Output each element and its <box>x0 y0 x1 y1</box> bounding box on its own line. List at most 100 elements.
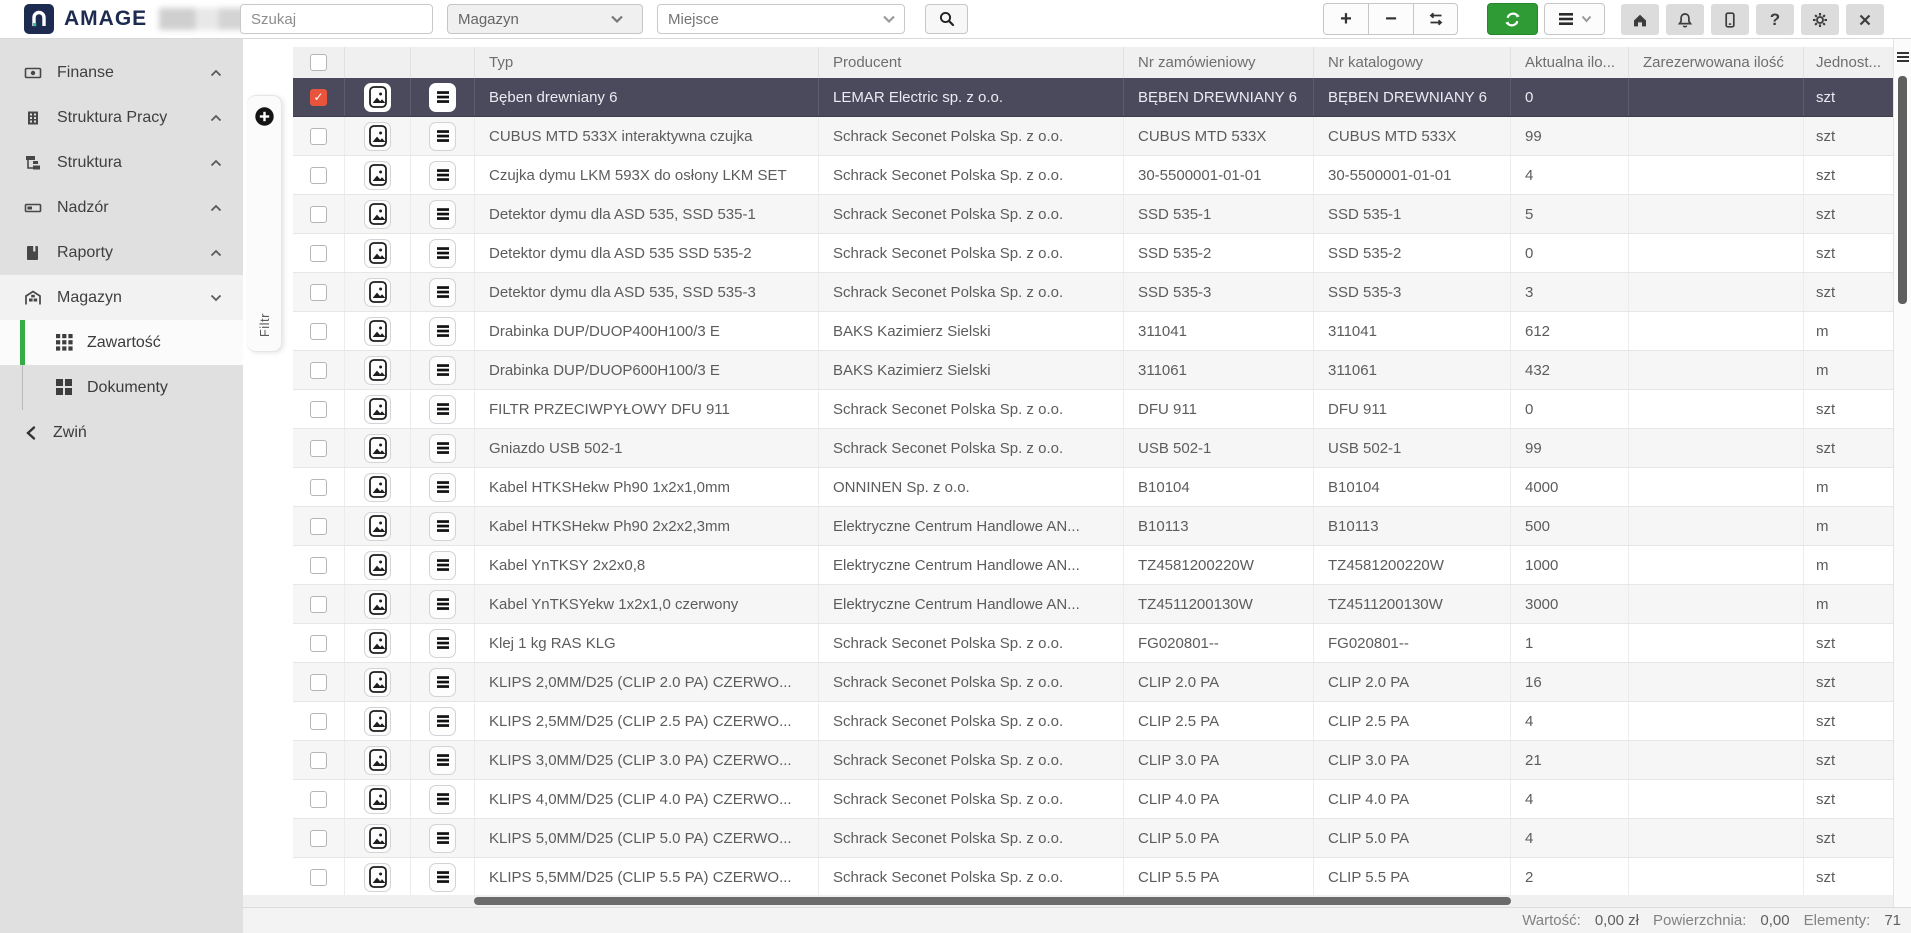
row-image-button[interactable] <box>364 824 391 853</box>
row-menu-button[interactable] <box>429 278 456 307</box>
row-image-button[interactable] <box>364 200 391 229</box>
row-checkbox[interactable] <box>310 89 327 106</box>
row-checkbox[interactable] <box>310 518 327 535</box>
row-checkbox[interactable] <box>310 713 327 730</box>
transfer-button[interactable] <box>1413 3 1458 35</box>
table-row[interactable]: Kabel YnTKSY 2x2x0,8 Elektryczne Centrum… <box>293 546 1893 585</box>
refresh-button[interactable] <box>1487 3 1538 35</box>
row-checkbox[interactable] <box>310 362 327 379</box>
magazyn-select[interactable]: Magazyn <box>447 4 643 34</box>
row-image-button[interactable] <box>364 317 391 346</box>
row-menu-button[interactable] <box>429 395 456 424</box>
column-header-typ[interactable]: Typ <box>475 47 819 78</box>
actions-menu-button[interactable] <box>1544 3 1605 35</box>
table-row[interactable]: Detektor dymu dla ASD 535, SSD 535-1 Sch… <box>293 195 1893 234</box>
row-checkbox[interactable] <box>310 401 327 418</box>
row-checkbox[interactable] <box>310 167 327 184</box>
sidebar-item-struktura[interactable]: Struktura <box>0 140 243 185</box>
table-row[interactable]: Kabel HTKSHekw Ph90 2x2x2,3mm Elektryczn… <box>293 507 1893 546</box>
row-menu-button[interactable] <box>429 863 456 892</box>
row-menu-button[interactable] <box>429 239 456 268</box>
row-image-button[interactable] <box>364 707 391 736</box>
table-row[interactable]: KLIPS 2,0MM/D25 (CLIP 2.0 PA) CZERWO... … <box>293 663 1893 702</box>
row-checkbox[interactable] <box>310 440 327 457</box>
notifications-button[interactable] <box>1666 4 1704 35</box>
sidebar-subitem-zawartosc[interactable]: Zawartość <box>0 320 243 365</box>
row-image-button[interactable] <box>364 278 391 307</box>
horizontal-scrollbar-thumb[interactable] <box>474 897 1511 905</box>
row-image-button[interactable] <box>364 746 391 775</box>
table-row[interactable]: Bęben drewniany 6 LEMAR Electric sp. z o… <box>293 78 1893 117</box>
row-checkbox[interactable] <box>310 752 327 769</box>
vertical-scrollbar-thumb[interactable] <box>1898 76 1907 304</box>
search-input[interactable] <box>240 4 433 34</box>
search-button[interactable] <box>925 4 968 34</box>
column-header-nr-zamowieniowy[interactable]: Nr zamówieniowy <box>1124 47 1314 78</box>
row-menu-button[interactable] <box>429 122 456 151</box>
sidebar-item-finanse[interactable]: Finanse <box>0 50 243 95</box>
column-header-nr-katalogowy[interactable]: Nr katalogowy <box>1314 47 1511 78</box>
table-row[interactable]: Kabel HTKSHekw Ph90 1x2x1,0mm ONNINEN Sp… <box>293 468 1893 507</box>
table-row[interactable]: Gniazdo USB 502-1 Schrack Seconet Polska… <box>293 429 1893 468</box>
column-header-zarezerwowana-ilosc[interactable]: Zarezerwowana ilość <box>1629 47 1804 78</box>
row-image-button[interactable] <box>364 668 391 697</box>
row-menu-button[interactable] <box>429 161 456 190</box>
column-header-producent[interactable]: Producent <box>819 47 1124 78</box>
table-row[interactable]: KLIPS 4,0MM/D25 (CLIP 4.0 PA) CZERWO... … <box>293 780 1893 819</box>
row-menu-button[interactable] <box>429 551 456 580</box>
row-checkbox[interactable] <box>310 596 327 613</box>
row-menu-button[interactable] <box>429 473 456 502</box>
row-image-button[interactable] <box>364 512 391 541</box>
row-menu-button[interactable] <box>429 707 456 736</box>
row-image-button[interactable] <box>364 629 391 658</box>
row-checkbox[interactable] <box>310 830 327 847</box>
row-image-button[interactable] <box>364 395 391 424</box>
row-image-button[interactable] <box>364 356 391 385</box>
home-button[interactable] <box>1621 4 1659 35</box>
remove-item-button[interactable]: − <box>1368 3 1413 35</box>
table-row[interactable]: FILTR PRZECIWPYŁOWY DFU 911 Schrack Seco… <box>293 390 1893 429</box>
row-image-button[interactable] <box>364 473 391 502</box>
sidebar-subitem-dokumenty[interactable]: Dokumenty <box>0 365 243 410</box>
sidebar-item-nadzor[interactable]: Nadzór <box>0 185 243 230</box>
row-menu-button[interactable] <box>429 512 456 541</box>
settings-button[interactable] <box>1801 4 1839 35</box>
sidebar-item-raporty[interactable]: Raporty <box>0 230 243 275</box>
chevron-down-icon[interactable] <box>882 14 896 24</box>
mobile-button[interactable] <box>1711 4 1749 35</box>
miejsce-input[interactable] <box>658 11 882 28</box>
row-menu-button[interactable] <box>429 434 456 463</box>
table-row[interactable]: KLIPS 3,0MM/D25 (CLIP 3.0 PA) CZERWO... … <box>293 741 1893 780</box>
row-checkbox[interactable] <box>310 284 327 301</box>
row-menu-button[interactable] <box>429 746 456 775</box>
help-button[interactable]: ? <box>1756 4 1794 35</box>
row-checkbox[interactable] <box>310 245 327 262</box>
row-checkbox[interactable] <box>310 791 327 808</box>
vertical-scrollbar[interactable] <box>1893 38 1911 908</box>
column-header-aktualna-ilosc[interactable]: Aktualna ilo... <box>1511 47 1629 78</box>
row-image-button[interactable] <box>364 785 391 814</box>
filter-panel-tab[interactable]: Filtr <box>247 95 282 352</box>
row-checkbox[interactable] <box>310 479 327 496</box>
row-menu-button[interactable] <box>429 629 456 658</box>
table-row[interactable]: Detektor dymu dla ASD 535 SSD 535-2 Schr… <box>293 234 1893 273</box>
select-all-checkbox[interactable] <box>310 54 327 71</box>
row-menu-button[interactable] <box>429 590 456 619</box>
row-menu-button[interactable] <box>429 317 456 346</box>
table-row[interactable]: Kabel YnTKSYekw 1x2x1,0 czerwony Elektry… <box>293 585 1893 624</box>
row-image-button[interactable] <box>364 239 391 268</box>
miejsce-combobox[interactable] <box>657 4 905 34</box>
row-checkbox[interactable] <box>310 557 327 574</box>
sidebar-item-magazyn[interactable]: Magazyn <box>0 275 243 320</box>
sidebar-collapse-button[interactable]: Zwiń <box>0 410 243 455</box>
table-row[interactable]: Czujka dymu LKM 593X do osłony LKM SET S… <box>293 156 1893 195</box>
table-row[interactable]: KLIPS 5,5MM/D25 (CLIP 5.5 PA) CZERWO... … <box>293 858 1893 897</box>
row-image-button[interactable] <box>364 863 391 892</box>
row-menu-button[interactable] <box>429 668 456 697</box>
add-item-button[interactable]: + <box>1323 3 1368 35</box>
row-checkbox[interactable] <box>310 635 327 652</box>
row-menu-button[interactable] <box>429 83 456 112</box>
row-image-button[interactable] <box>364 122 391 151</box>
row-image-button[interactable] <box>364 434 391 463</box>
table-row[interactable]: CUBUS MTD 533X interaktywna czujka Schra… <box>293 117 1893 156</box>
